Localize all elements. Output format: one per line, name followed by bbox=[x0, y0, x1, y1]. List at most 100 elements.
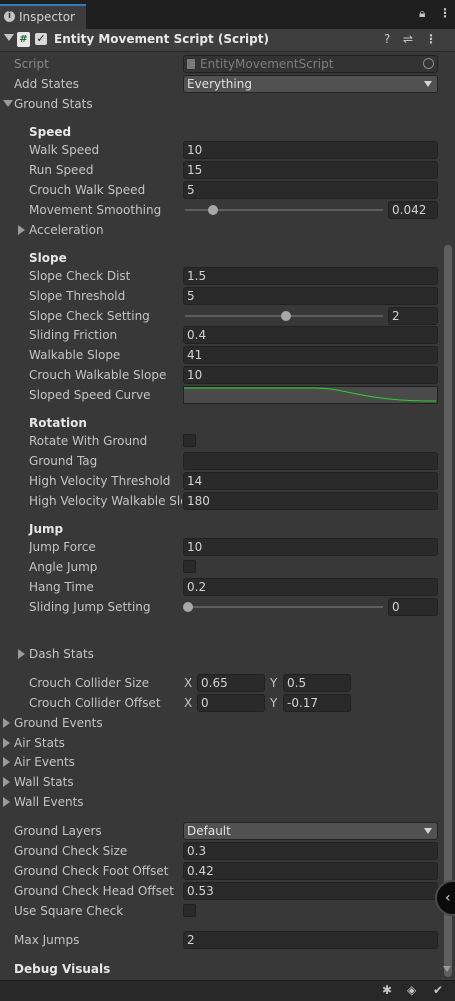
walk-speed-field[interactable]: 10 bbox=[183, 141, 438, 159]
dash-stats-foldout[interactable]: Dash Stats bbox=[29, 645, 94, 663]
layers-icon[interactable]: ◈ bbox=[407, 983, 416, 997]
status-bar: ✱ ◈ ✔ bbox=[0, 980, 455, 1001]
checkmark-circle-icon[interactable]: ✔ bbox=[433, 983, 443, 997]
slope-check-dist-field[interactable]: 1.5 bbox=[183, 267, 438, 285]
walkable-slope-label: Walkable Slope bbox=[29, 348, 121, 362]
component-foldout-arrow-icon[interactable] bbox=[4, 34, 14, 41]
slope-threshold-field[interactable]: 5 bbox=[183, 287, 438, 305]
script-file-icon bbox=[187, 59, 195, 69]
sloped-speed-curve-label: Sloped Speed Curve bbox=[29, 388, 151, 402]
jump-header: Jump bbox=[29, 522, 64, 536]
sloped-speed-curve-field[interactable] bbox=[183, 386, 438, 404]
debug-icon[interactable]: ✱ bbox=[382, 983, 392, 997]
ground-layers-value: Default bbox=[187, 824, 231, 838]
collapse-side-panel-button[interactable]: ‹ bbox=[435, 880, 455, 916]
slope-header: Slope bbox=[29, 251, 67, 265]
crouch-collider-size-x-label: X bbox=[184, 676, 193, 690]
sliding-jump-setting-slider-thumb[interactable] bbox=[183, 602, 193, 612]
ground-layers-label: Ground Layers bbox=[14, 824, 102, 838]
jump-force-label: Jump Force bbox=[29, 540, 96, 554]
sliding-jump-setting-slider-track[interactable] bbox=[185, 606, 383, 608]
ground-stats-foldout[interactable]: Ground Stats bbox=[14, 95, 93, 113]
air-events-foldout[interactable]: Air Events bbox=[14, 753, 75, 771]
run-speed-field[interactable]: 15 bbox=[183, 161, 438, 179]
crouch-collider-offset-x-label: X bbox=[184, 696, 193, 710]
walk-speed-label: Walk Speed bbox=[29, 143, 100, 157]
tab-inspector[interactable]: i Inspector bbox=[0, 4, 86, 29]
add-states-dropdown[interactable]: Everything bbox=[183, 75, 438, 93]
max-jumps-field[interactable]: 2 bbox=[183, 931, 438, 949]
presets-icon[interactable]: ⇌ bbox=[403, 32, 413, 46]
hang-time-field[interactable]: 0.2 bbox=[183, 578, 438, 596]
add-states-label: Add States bbox=[14, 77, 80, 91]
wall-stats-foldout-icon[interactable] bbox=[3, 777, 10, 787]
ground-check-head-offset-field[interactable]: 0.53 bbox=[183, 882, 438, 900]
wall-events-foldout[interactable]: Wall Events bbox=[14, 793, 84, 811]
movement-smoothing-slider-thumb[interactable] bbox=[207, 205, 218, 215]
dash-stats-foldout-icon[interactable] bbox=[18, 649, 25, 659]
movement-smoothing-field[interactable]: 0.042 bbox=[388, 201, 438, 219]
ground-layers-dropdown[interactable]: Default bbox=[183, 822, 438, 840]
use-square-check-checkbox[interactable] bbox=[183, 904, 196, 917]
script-icon: # bbox=[17, 32, 30, 47]
slope-check-setting-slider-thumb[interactable] bbox=[281, 311, 291, 321]
crouch-collider-size-x-field[interactable]: 0.65 bbox=[197, 674, 265, 692]
slope-check-setting-field[interactable]: 2 bbox=[388, 307, 438, 325]
script-field[interactable]: EntityMovementScript bbox=[183, 55, 438, 73]
lock-icon[interactable]: 🔒︎ bbox=[419, 6, 425, 21]
component-menu-icon[interactable]: ⋮ bbox=[425, 32, 437, 46]
scroll-down-arrow-icon[interactable] bbox=[443, 966, 451, 972]
crouch-collider-offset-y-label: Y bbox=[270, 696, 278, 710]
crouch-walkable-slope-label: Crouch Walkable Slope bbox=[29, 368, 167, 382]
hang-time-label: Hang Time bbox=[29, 580, 94, 594]
component-header[interactable]: # ✓ Entity Movement Script (Script) ? ⇌ … bbox=[0, 29, 455, 52]
wall-events-foldout-icon[interactable] bbox=[3, 797, 10, 807]
help-icon[interactable]: ? bbox=[384, 32, 390, 46]
run-speed-label: Run Speed bbox=[29, 163, 94, 177]
rotation-header: Rotation bbox=[29, 416, 87, 430]
crouch-collider-size-label: Crouch Collider Size bbox=[29, 676, 150, 690]
high-velocity-walkable-slope-field[interactable]: 180 bbox=[183, 492, 438, 510]
walkable-slope-field[interactable]: 41 bbox=[183, 346, 438, 364]
sliding-jump-setting-field[interactable]: 0 bbox=[388, 598, 438, 616]
crouch-collider-offset-label: Crouch Collider Offset bbox=[29, 696, 161, 710]
wall-stats-foldout[interactable]: Wall Stats bbox=[14, 773, 74, 791]
speed-header: Speed bbox=[29, 125, 72, 139]
ground-check-size-field[interactable]: 0.3 bbox=[183, 842, 438, 860]
sliding-friction-field[interactable]: 0.4 bbox=[183, 326, 438, 344]
crouch-walk-speed-field[interactable]: 5 bbox=[183, 181, 438, 199]
air-events-foldout-icon[interactable] bbox=[3, 757, 10, 767]
add-states-value: Everything bbox=[187, 77, 252, 91]
script-label: Script bbox=[14, 57, 49, 71]
component-enabled-checkbox[interactable]: ✓ bbox=[35, 33, 47, 45]
air-stats-foldout[interactable]: Air Stats bbox=[14, 734, 65, 752]
ground-stats-foldout-icon[interactable] bbox=[3, 100, 13, 107]
acceleration-foldout[interactable]: Acceleration bbox=[29, 221, 104, 239]
rotate-with-ground-label: Rotate With Ground bbox=[29, 434, 148, 448]
air-stats-foldout-icon[interactable] bbox=[3, 738, 10, 748]
ground-tag-label: Ground Tag bbox=[29, 454, 98, 468]
ground-events-foldout-icon[interactable] bbox=[3, 718, 10, 728]
crouch-collider-offset-y-field[interactable]: -0.17 bbox=[283, 694, 351, 712]
crouch-collider-size-y-field[interactable]: 0.5 bbox=[283, 674, 351, 692]
ground-check-foot-offset-field[interactable]: 0.42 bbox=[183, 862, 438, 880]
jump-force-field[interactable]: 10 bbox=[183, 538, 438, 556]
use-square-check-label: Use Square Check bbox=[14, 904, 124, 918]
object-picker-icon[interactable] bbox=[423, 58, 434, 69]
max-jumps-label: Max Jumps bbox=[14, 933, 80, 947]
crouch-walkable-slope-field[interactable]: 10 bbox=[183, 366, 438, 384]
ground-check-size-label: Ground Check Size bbox=[14, 844, 128, 858]
rotate-with-ground-checkbox[interactable] bbox=[183, 434, 196, 447]
acceleration-foldout-icon[interactable] bbox=[18, 225, 25, 235]
kebab-menu-icon[interactable]: ⋮ bbox=[439, 6, 451, 20]
high-velocity-threshold-field[interactable]: 14 bbox=[183, 472, 438, 490]
chevron-down-icon bbox=[424, 81, 432, 87]
ground-events-foldout[interactable]: Ground Events bbox=[14, 714, 103, 732]
vertical-scrollbar[interactable] bbox=[444, 245, 452, 977]
slope-threshold-label: Slope Threshold bbox=[29, 289, 126, 303]
angle-jump-checkbox[interactable] bbox=[183, 560, 196, 573]
ground-tag-field[interactable] bbox=[183, 452, 438, 470]
crouch-collider-offset-x-field[interactable]: 0 bbox=[197, 694, 265, 712]
sliding-friction-label: Sliding Friction bbox=[29, 328, 118, 342]
crouch-walk-speed-label: Crouch Walk Speed bbox=[29, 183, 146, 197]
